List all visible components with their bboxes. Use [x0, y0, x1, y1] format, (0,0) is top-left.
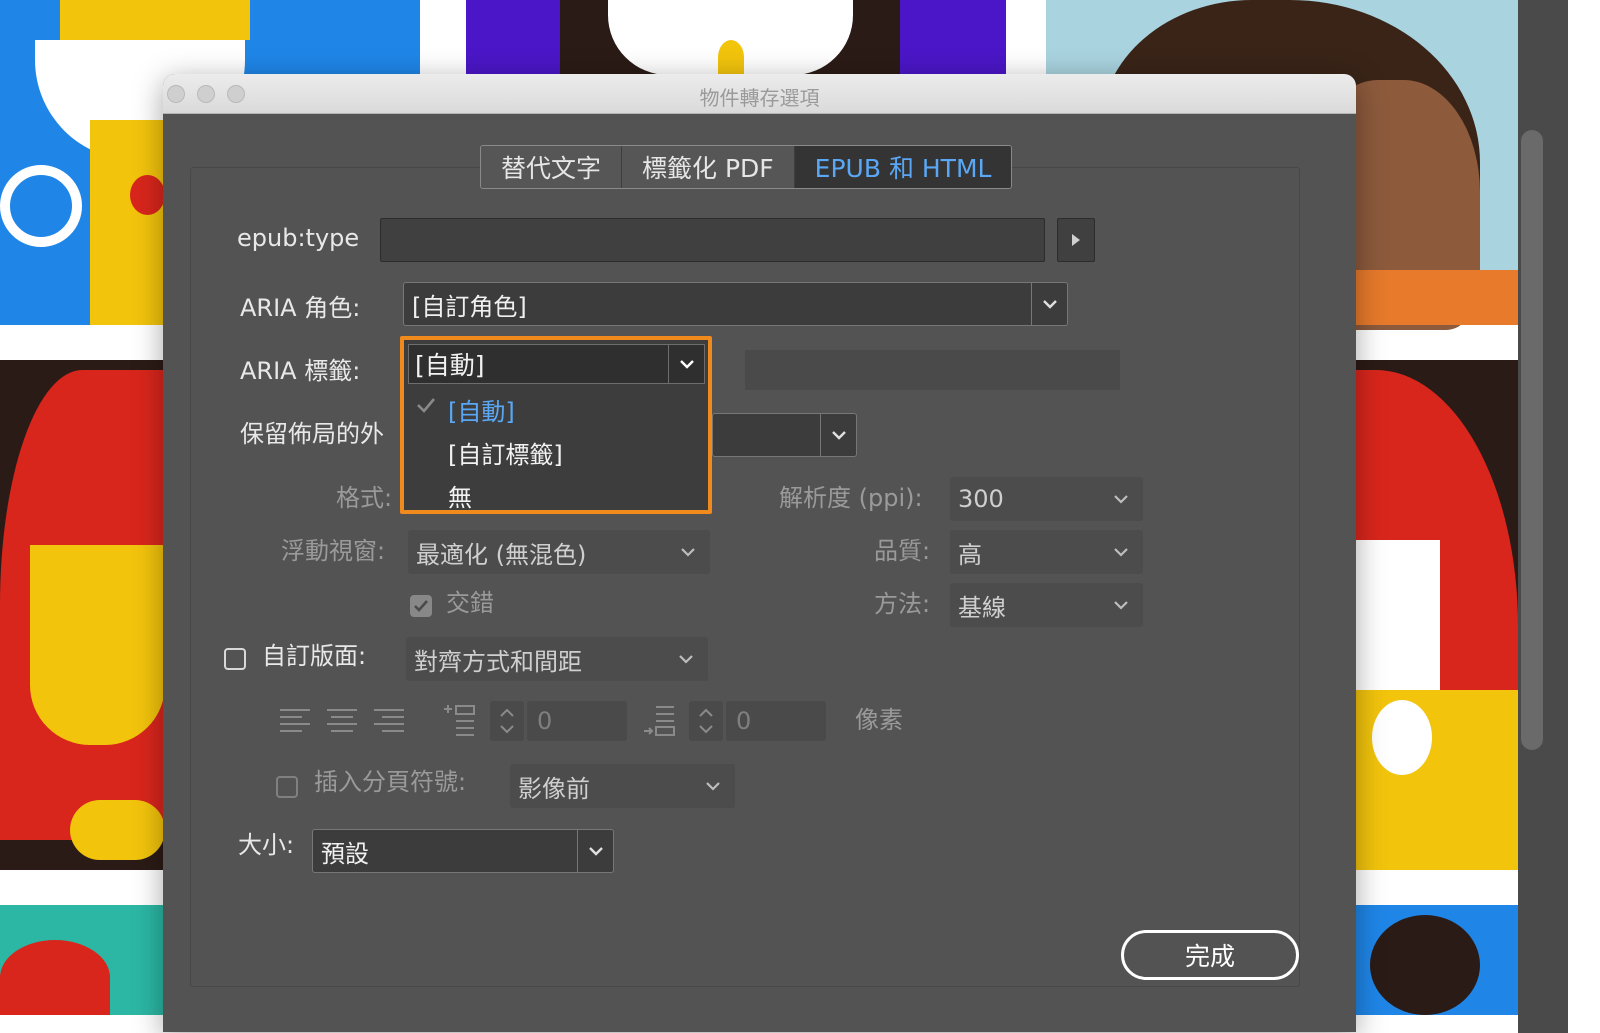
aria-role-label: ARIA 角色:: [240, 294, 361, 322]
tab-alt-text[interactable]: 替代文字: [481, 146, 623, 188]
palette-dropdown[interactable]: 最適化 (無混色): [408, 530, 710, 574]
page-break-label: 插入分頁符號:: [314, 768, 467, 796]
custom-layout-dropdown[interactable]: 對齊方式和間距: [406, 637, 708, 681]
chevron-down-icon: [706, 782, 720, 791]
aria-label-label: ARIA 標籤:: [240, 357, 361, 385]
space-before-stepper[interactable]: [490, 701, 524, 741]
size-label: 大小:: [238, 831, 295, 859]
stepper-arrows-icon: [500, 708, 514, 734]
size-combobox[interactable]: 預設: [312, 829, 614, 873]
tab-tagged-pdf[interactable]: 標籤化 PDF: [622, 146, 795, 188]
palette-label: 浮動視窗:: [281, 537, 386, 565]
page-break-value: 影像前: [518, 774, 590, 803]
space-after-icon: [644, 706, 675, 736]
custom-layout-checkbox[interactable]: [224, 648, 246, 670]
chevron-down-icon: [1114, 548, 1128, 557]
aria-label-option-auto[interactable]: [自動]: [448, 392, 515, 427]
quality-value: 高: [958, 540, 982, 569]
method-label: 方法:: [874, 590, 931, 618]
chevron-down-icon: [831, 431, 846, 440]
checkmark-icon: [414, 600, 428, 612]
aria-role-combobox[interactable]: [自訂角色]: [403, 282, 1068, 326]
aria-role-value: [自訂角色]: [412, 292, 527, 321]
aria-label-dropdown-button[interactable]: [668, 345, 704, 383]
custom-layout-value: 對齊方式和間距: [414, 647, 582, 676]
size-value: 預設: [321, 839, 369, 868]
align-right-icon[interactable]: [372, 706, 406, 736]
chevron-down-icon: [679, 655, 693, 664]
done-button[interactable]: 完成: [1121, 930, 1299, 980]
format-label: 格式:: [336, 484, 393, 512]
app-scrollbar-thumb[interactable]: [1521, 130, 1543, 750]
space-after-input[interactable]: 0: [726, 701, 826, 741]
title-bar: 物件轉存選項: [163, 74, 1356, 114]
align-center-icon[interactable]: [325, 706, 359, 736]
resolution-dropdown[interactable]: 300: [950, 477, 1143, 521]
quality-label: 品質:: [874, 537, 931, 565]
aria-label-combobox[interactable]: [自動]: [408, 344, 705, 384]
preserve-layout-combobox[interactable]: [712, 413, 857, 457]
space-before-input[interactable]: 0: [527, 701, 627, 741]
chevron-down-icon: [681, 548, 695, 557]
aria-label-text-input[interactable]: [745, 350, 1120, 390]
quality-dropdown[interactable]: 高: [950, 530, 1143, 574]
space-after-stepper[interactable]: [689, 701, 723, 741]
aria-role-dropdown-button[interactable]: [1031, 283, 1067, 325]
spacing-unit-label: 像素: [855, 706, 903, 734]
chevron-down-icon: [1114, 495, 1128, 504]
preserve-layout-label: 保留佈局的外: [240, 420, 384, 448]
interlace-label: 交錯: [446, 589, 494, 617]
aria-label-dropdown-popup: [自動] [自動] [自訂標籤] 無: [400, 336, 712, 514]
method-dropdown[interactable]: 基線: [950, 583, 1143, 627]
page-break-checkbox[interactable]: [276, 776, 298, 798]
aria-label-value: [自動]: [415, 351, 485, 380]
resolution-label: 解析度 (ppi):: [779, 484, 923, 512]
checkmark-icon: [417, 398, 435, 413]
method-value: 基線: [958, 593, 1006, 622]
align-left-icon[interactable]: [278, 706, 312, 736]
chevron-down-icon: [1114, 601, 1128, 610]
custom-layout-label: 自訂版面:: [262, 642, 367, 670]
epub-type-menu-button[interactable]: [1057, 218, 1095, 262]
stepper-arrows-icon: [699, 708, 713, 734]
epub-type-input[interactable]: [380, 218, 1045, 262]
resolution-value: 300: [958, 485, 1004, 513]
aria-label-option-none[interactable]: 無: [448, 478, 472, 513]
chevron-down-icon: [588, 847, 603, 856]
preserve-layout-dropdown-button[interactable]: [820, 414, 856, 456]
size-dropdown-button[interactable]: [577, 830, 613, 872]
tab-bar: 替代文字 標籤化 PDF EPUB 和 HTML: [480, 145, 1013, 189]
window-title: 物件轉存選項: [699, 86, 820, 110]
chevron-down-icon: [1042, 300, 1057, 309]
chevron-down-icon: [679, 360, 694, 369]
tab-epub-html[interactable]: EPUB 和 HTML: [794, 146, 1012, 188]
space-before-icon: [444, 705, 475, 736]
page-break-dropdown[interactable]: 影像前: [510, 764, 735, 808]
interlace-checkbox[interactable]: [410, 595, 432, 617]
aria-label-option-custom[interactable]: [自訂標籤]: [448, 435, 563, 470]
triangle-right-icon: [1072, 234, 1080, 246]
epub-type-label: epub:type: [237, 224, 360, 252]
palette-value: 最適化 (無混色): [416, 540, 587, 569]
